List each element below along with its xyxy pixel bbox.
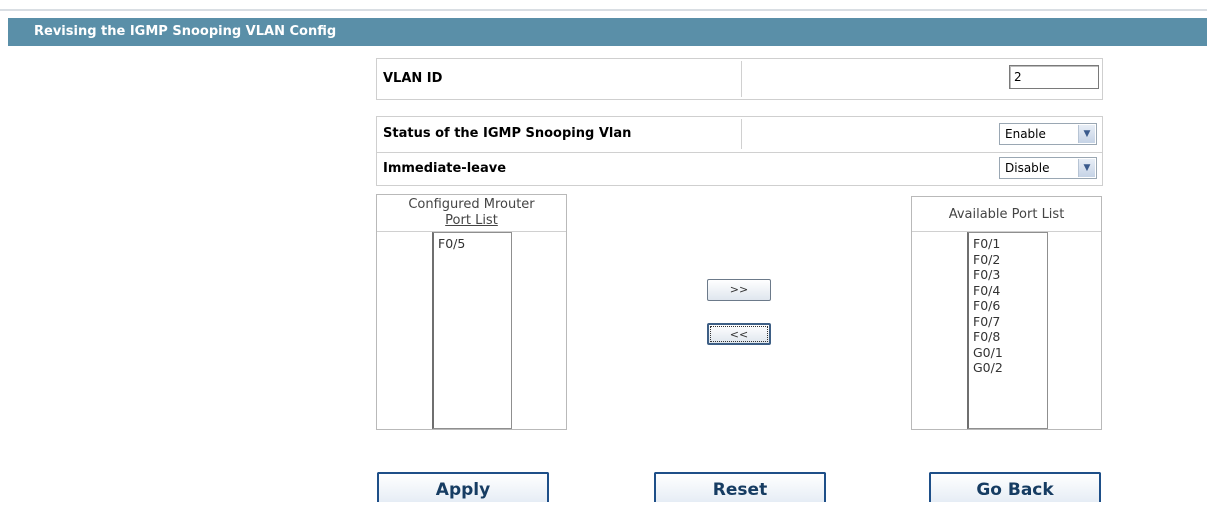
immediate-leave-label: Immediate-leave	[383, 161, 507, 176]
configured-mrouter-panel: Configured Mrouter Port List F0/5	[376, 194, 567, 430]
page-title: Revising the IGMP Snooping VLAN Config	[34, 24, 337, 39]
configured-list-title-line1: Configured Mrouter	[408, 197, 535, 212]
port-list-item[interactable]: F0/4	[973, 283, 1043, 299]
configured-list-title-line2: Port List	[445, 213, 498, 228]
configured-port-listbox[interactable]: F0/5	[432, 232, 512, 429]
column-divider	[741, 119, 742, 149]
row-divider	[377, 152, 1102, 153]
immediate-leave-select[interactable]: Disable ▼	[999, 157, 1097, 179]
port-list-item[interactable]: G0/2	[973, 360, 1043, 376]
chevron-down-icon: ▼	[1078, 125, 1095, 143]
settings-section: Status of the IGMP Snooping Vlan Enable …	[376, 116, 1103, 186]
port-list-item[interactable]: F0/2	[973, 252, 1043, 268]
port-list-item[interactable]: F0/8	[973, 329, 1043, 345]
port-list-item[interactable]: G0/1	[973, 345, 1043, 361]
igmp-status-select[interactable]: Enable ▼	[999, 123, 1097, 145]
remove-port-button[interactable]: <<	[707, 323, 771, 345]
column-divider	[741, 61, 742, 97]
immediate-leave-value: Disable	[1005, 161, 1050, 175]
port-list-item[interactable]: F0/1	[973, 236, 1043, 252]
available-list-title: Available Port List	[948, 207, 1065, 222]
add-port-button[interactable]: >>	[707, 279, 771, 301]
port-list-item[interactable]: F0/7	[973, 314, 1043, 330]
port-list-item[interactable]: F0/6	[973, 298, 1043, 314]
page-header: Revising the IGMP Snooping VLAN Config	[8, 18, 1207, 46]
chevron-down-icon: ▼	[1078, 159, 1095, 177]
igmp-status-value: Enable	[1005, 127, 1046, 141]
available-port-listbox[interactable]: F0/1 F0/2 F0/3 F0/4 F0/6 F0/7 F0/8 G0/1 G0/2	[967, 232, 1048, 429]
available-port-panel: Available Port List F0/1 F0/2 F0/3 F0/4 F0/6…	[911, 196, 1102, 430]
igmp-status-label: Status of the IGMP Snooping Vlan	[383, 126, 632, 141]
vlan-id-section: VLAN ID	[376, 58, 1103, 100]
port-list-item[interactable]: F0/3	[973, 267, 1043, 283]
top-divider	[0, 9, 1207, 11]
vlan-id-label: VLAN ID	[383, 71, 443, 86]
vlan-id-input[interactable]	[1009, 65, 1099, 89]
port-list-item[interactable]: F0/5	[438, 236, 507, 252]
